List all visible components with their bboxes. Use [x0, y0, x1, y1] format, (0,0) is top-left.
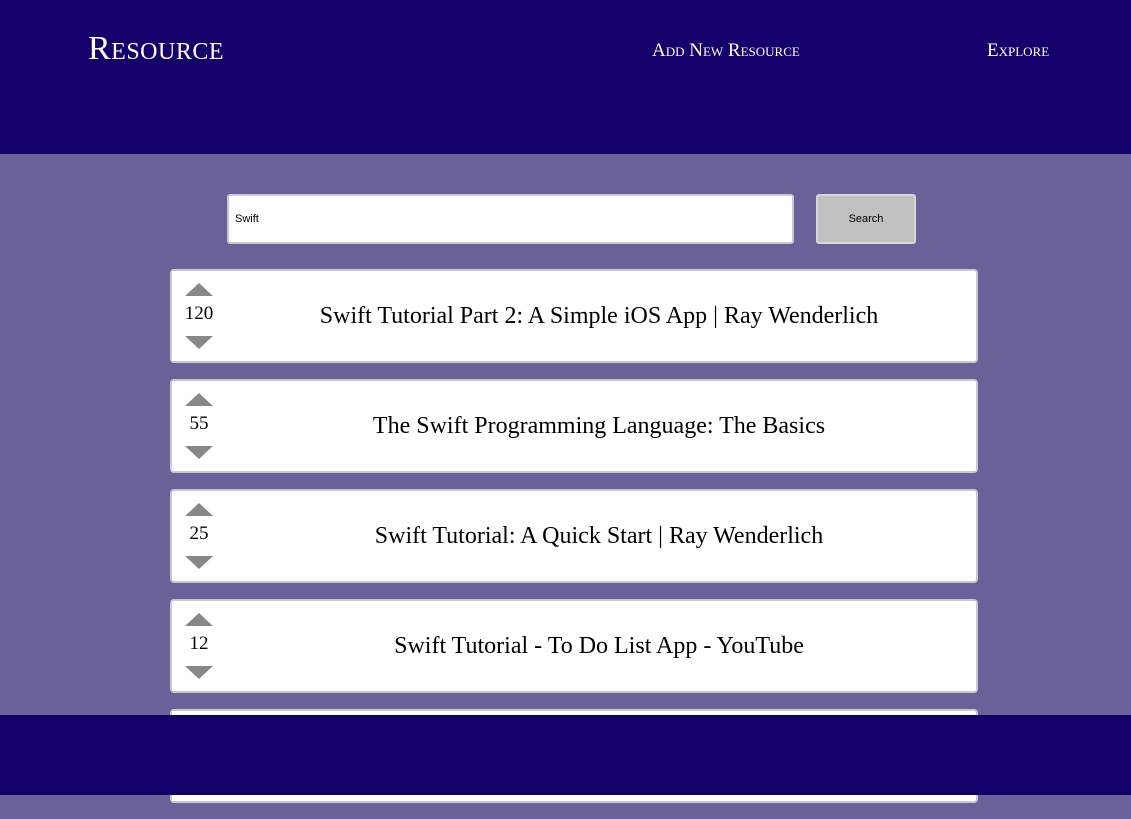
result-title[interactable]: Swift Tutorial Part 2: A Simple iOS App …: [232, 271, 966, 361]
result-card: 55 The Swift Programming Language: The B…: [170, 379, 978, 473]
result-title[interactable]: Swift Tutorial - To Do List App - YouTub…: [232, 601, 966, 691]
vote-score: 25: [189, 523, 209, 544]
upvote-icon[interactable]: [185, 503, 213, 516]
vote-score: 12: [189, 633, 209, 654]
vote-score: 55: [189, 413, 209, 434]
vote-control: 12: [182, 611, 216, 683]
vote-control: 25: [182, 501, 216, 573]
result-card: 12 Swift Tutorial - To Do List App - You…: [170, 599, 978, 693]
nav-explore[interactable]: Explore: [987, 40, 1049, 62]
nav-add-new-resource[interactable]: Add New Resource: [652, 40, 800, 62]
search-button[interactable]: Search: [816, 194, 916, 244]
footer: [0, 715, 1131, 795]
result-card: 120 Swift Tutorial Part 2: A Simple iOS …: [170, 269, 978, 363]
vote-control: 55: [182, 391, 216, 463]
vote-score: 120: [184, 303, 214, 324]
result-title[interactable]: Swift Tutorial: A Quick Start | Ray Wend…: [232, 491, 966, 581]
upvote-icon[interactable]: [185, 283, 213, 296]
downvote-icon[interactable]: [185, 556, 213, 569]
header: Resource Add New Resource Explore: [0, 0, 1131, 154]
upvote-icon[interactable]: [185, 393, 213, 406]
upvote-icon[interactable]: [185, 613, 213, 626]
downvote-icon[interactable]: [185, 446, 213, 459]
downvote-icon[interactable]: [185, 336, 213, 349]
downvote-icon[interactable]: [185, 666, 213, 679]
result-title[interactable]: The Swift Programming Language: The Basi…: [232, 381, 966, 471]
result-card: 25 Swift Tutorial: A Quick Start | Ray W…: [170, 489, 978, 583]
brand-logo[interactable]: Resource: [88, 30, 224, 68]
vote-control: 120: [182, 281, 216, 353]
search-input[interactable]: [227, 194, 794, 244]
